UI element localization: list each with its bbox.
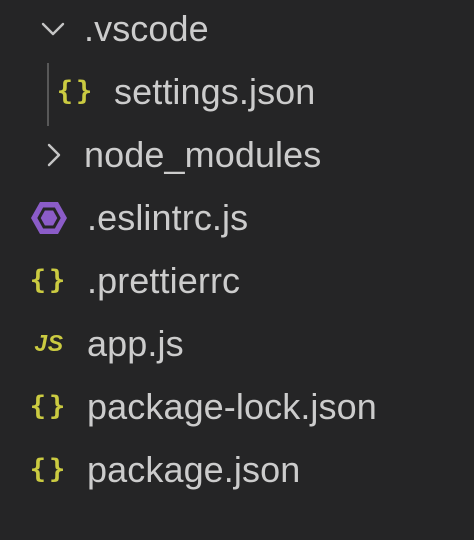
eslint-hexagon-icon: [30, 199, 68, 237]
json-braces-icon: {}: [29, 391, 69, 422]
tree-item-label: .eslintrc.js: [87, 196, 249, 238]
file-explorer: .vscode {} settings.json node_modules .e…: [0, 0, 474, 540]
tree-item-label: settings.json: [114, 70, 316, 112]
chevron-right-icon[interactable]: [38, 140, 68, 170]
tree-item-package-json[interactable]: {} package.json: [0, 438, 474, 501]
chevron-down-icon[interactable]: [38, 14, 68, 44]
tree-item-settings-json[interactable]: {} settings.json: [0, 60, 474, 123]
tree-item-label: package.json: [87, 448, 301, 490]
json-braces-icon: {}: [56, 76, 96, 107]
json-braces-icon: {}: [29, 454, 69, 485]
tree-item-label: package-lock.json: [87, 385, 377, 427]
tree-item-label: node_modules: [84, 133, 322, 175]
json-braces-icon: {}: [29, 265, 69, 296]
tree-item-package-lock-json[interactable]: {} package-lock.json: [0, 375, 474, 438]
tree-item-label: .prettierrc: [87, 259, 241, 301]
tree-item-label: app.js: [87, 322, 184, 364]
tree-item-prettierrc[interactable]: {} .prettierrc: [0, 249, 474, 312]
tree-item-app-js[interactable]: JS app.js: [0, 312, 474, 375]
tree-item-eslintrc-js[interactable]: .eslintrc.js: [0, 186, 474, 249]
tree-item-label: .vscode: [84, 7, 209, 49]
javascript-js-icon: JS: [34, 330, 64, 356]
tree-item-node-modules-folder[interactable]: node_modules: [0, 123, 474, 186]
tree-item-vscode-folder[interactable]: .vscode: [0, 0, 474, 60]
